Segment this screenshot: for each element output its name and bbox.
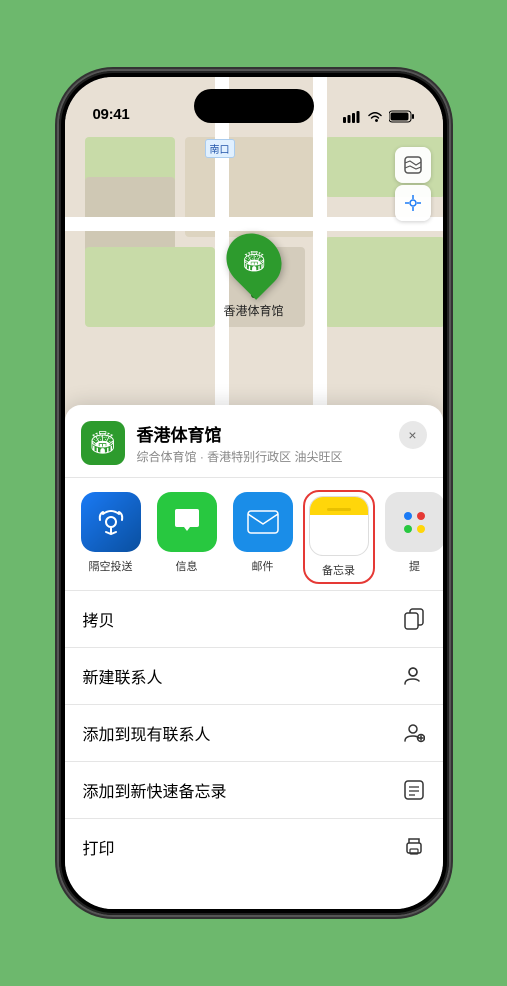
share-messages[interactable]: 信息 xyxy=(153,492,221,582)
airdrop-icon xyxy=(95,506,127,538)
action-quick-note[interactable]: 添加到新快速备忘录 xyxy=(65,762,443,819)
action-print[interactable]: 打印 xyxy=(65,819,443,875)
action-copy[interactable]: 拷贝 xyxy=(65,591,443,648)
action-copy-label: 拷贝 xyxy=(83,607,115,631)
sheet-header: 🏟 香港体育馆 综合体育馆 · 香港特别行政区 油尖旺区 × xyxy=(65,405,443,478)
notes-icon-wrap xyxy=(309,496,369,556)
map-pin: 🏟 香港体育馆 xyxy=(223,232,283,319)
map-controls xyxy=(395,147,431,221)
map-type-icon xyxy=(403,155,423,175)
action-add-contact[interactable]: 添加到现有联系人 xyxy=(65,705,443,762)
share-notes[interactable]: 备忘录 xyxy=(305,492,373,582)
airdrop-label: 隔空投送 xyxy=(89,558,133,574)
battery-icon xyxy=(389,110,415,123)
more-dots-row2 xyxy=(404,525,425,533)
more-icon-wrap xyxy=(385,492,443,552)
share-mail[interactable]: 邮件 xyxy=(229,492,297,582)
location-button[interactable] xyxy=(395,185,431,221)
phone-screen: 09:41 xyxy=(65,77,443,909)
close-button[interactable]: × xyxy=(399,421,427,449)
signal-icon xyxy=(343,111,361,123)
map-north-label: 南口 xyxy=(205,139,235,158)
share-row: 隔空投送 信息 xyxy=(65,478,443,591)
map-pin-inner: 🏟 xyxy=(241,249,266,274)
status-time: 09:41 xyxy=(93,106,130,123)
map-block-5 xyxy=(85,247,215,327)
map-block-7 xyxy=(325,237,443,327)
action-new-contact[interactable]: 新建联系人 xyxy=(65,648,443,705)
share-airdrop[interactable]: 隔空投送 xyxy=(77,492,145,582)
mail-label: 邮件 xyxy=(252,558,274,574)
wifi-icon xyxy=(367,111,383,123)
bottom-sheet: 🏟 香港体育馆 综合体育馆 · 香港特别行政区 油尖旺区 × xyxy=(65,405,443,909)
note-icon xyxy=(403,779,425,801)
mail-icon xyxy=(246,509,280,535)
notes-label: 备忘录 xyxy=(322,562,355,578)
venue-subtitle: 综合体育馆 · 香港特别行政区 油尖旺区 xyxy=(137,448,343,465)
location-icon xyxy=(403,193,423,213)
dot4 xyxy=(417,525,425,533)
phone-frame: 09:41 xyxy=(59,71,449,915)
airdrop-icon-wrap xyxy=(81,492,141,552)
share-more[interactable]: 提 xyxy=(381,492,443,582)
venue-info: 香港体育馆 综合体育馆 · 香港特别行政区 油尖旺区 xyxy=(137,421,343,465)
venue-icon: 🏟 xyxy=(81,421,125,465)
messages-icon xyxy=(170,505,204,539)
dot2 xyxy=(417,512,425,520)
person-add-icon xyxy=(403,665,425,687)
dot1 xyxy=(404,512,412,520)
map-pin-label: 香港体育馆 xyxy=(223,302,283,319)
road-h-1 xyxy=(65,217,443,231)
person-plus-icon xyxy=(403,722,425,744)
map-type-button[interactable] xyxy=(395,147,431,183)
mail-icon-wrap xyxy=(233,492,293,552)
messages-label: 信息 xyxy=(176,558,198,574)
action-list: 拷贝 新建联系人 添加到现有联系人 xyxy=(65,591,443,875)
more-label: 提 xyxy=(409,558,420,574)
action-add-contact-label: 添加到现有联系人 xyxy=(83,721,211,745)
status-bar: 09:41 xyxy=(65,77,443,131)
action-print-label: 打印 xyxy=(83,835,115,859)
map-pin-icon: 🏟 xyxy=(215,222,293,300)
status-icons xyxy=(343,110,415,123)
print-icon xyxy=(403,836,425,858)
messages-icon-wrap xyxy=(157,492,217,552)
copy-icon xyxy=(403,608,425,630)
venue-name: 香港体育馆 xyxy=(137,421,343,446)
dot3 xyxy=(404,525,412,533)
more-dots-row1 xyxy=(404,512,425,520)
action-new-contact-label: 新建联系人 xyxy=(83,664,163,688)
action-quick-note-label: 添加到新快速备忘录 xyxy=(83,778,227,802)
